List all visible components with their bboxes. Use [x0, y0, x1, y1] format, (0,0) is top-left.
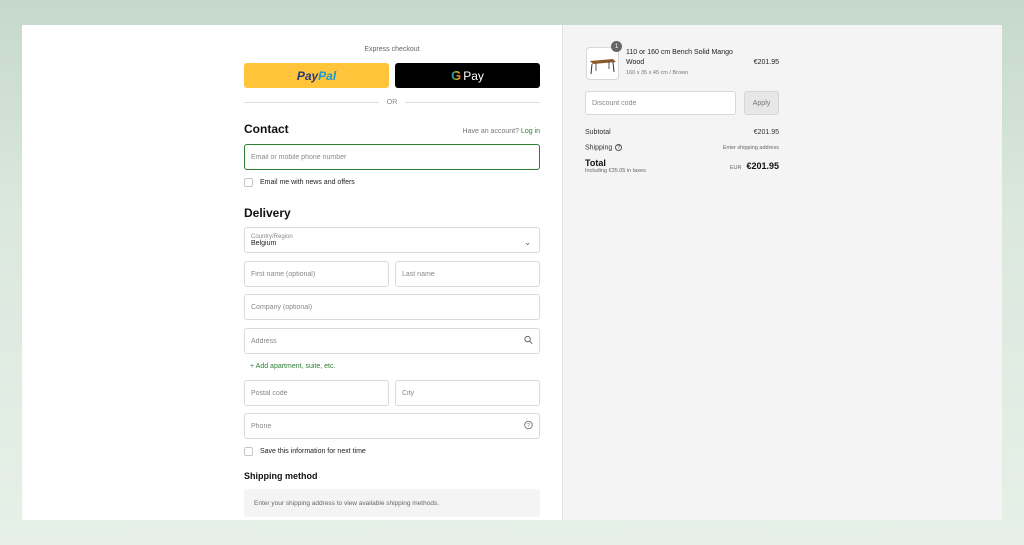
shipping-value: Enter shipping address: [722, 144, 779, 151]
phone-field[interactable]: ?: [244, 413, 540, 439]
paypal-logo-part1: Pay: [296, 68, 319, 83]
checkout-form-panel: Express checkout Pay Pal G Pay OR Contact…: [22, 25, 562, 520]
total-row: Total Including €35.05 in taxes EUR €201.…: [585, 158, 779, 174]
search-icon: [524, 335, 533, 347]
city-field[interactable]: [395, 380, 540, 406]
question-icon[interactable]: ?: [615, 144, 623, 151]
subtotal-label: Subtotal: [585, 129, 611, 136]
contact-heading: Contact: [244, 122, 289, 136]
save-info-option[interactable]: Save this information for next time: [244, 447, 366, 456]
product-thumbnail: [586, 47, 619, 80]
shipping-label-group: Shipping?: [585, 144, 623, 152]
total-label: Total: [585, 158, 606, 168]
express-buttons: Pay Pal G Pay: [244, 63, 540, 88]
shipping-label: Shipping: [585, 144, 613, 152]
first-name-input[interactable]: [251, 270, 382, 278]
contact-header: Contact Have an account? Log in: [244, 122, 540, 136]
discount-code-field[interactable]: [585, 91, 736, 115]
account-prompt: Have an account? Log in: [463, 128, 540, 135]
country-select[interactable]: Country/Region Belgium ⌄: [244, 227, 540, 253]
taxes-note: Including €35.05 in taxes: [585, 168, 646, 174]
product-name: 110 or 160 cm Bench Solid Mango Wood: [626, 49, 733, 66]
shipping-method-message: Enter your shipping address to view avai…: [244, 489, 540, 517]
or-label: OR: [386, 98, 398, 106]
product-variant: 160 x 35 x 45 cm / Brown: [626, 70, 689, 76]
total-value: €201.95: [746, 161, 779, 171]
email-input[interactable]: [251, 153, 533, 161]
postal-code-field[interactable]: [244, 380, 389, 406]
bench-image-icon: [590, 59, 616, 75]
save-info-checkbox[interactable]: [244, 447, 253, 456]
help-icon[interactable]: ?: [524, 420, 533, 432]
newsletter-option[interactable]: Email me with news and offers: [244, 178, 355, 187]
divider-line: [405, 101, 540, 103]
shipping-row: Shipping? Enter shipping address: [585, 144, 779, 151]
company-field[interactable]: [244, 294, 540, 320]
divider-line: [244, 101, 379, 103]
subtotal-row: Subtotal €201.95: [585, 129, 779, 136]
last-name-field[interactable]: [395, 261, 540, 287]
product-price: €201.95: [753, 59, 779, 66]
save-info-label: Save this information for next time: [260, 448, 366, 455]
company-input[interactable]: [251, 303, 533, 311]
or-divider: OR: [244, 97, 540, 107]
quantity-badge: 1: [611, 41, 622, 52]
paypal-button[interactable]: Pay Pal: [244, 63, 389, 88]
express-checkout-title: Express checkout: [364, 46, 420, 53]
order-summary-panel: 1 110 or 160 cm Bench Solid Mango Wood 1…: [562, 25, 1002, 520]
delivery-heading: Delivery: [244, 206, 291, 220]
checkout-page: Express checkout Pay Pal G Pay OR Contact…: [22, 25, 1002, 520]
svg-text:?: ?: [527, 423, 530, 429]
city-input[interactable]: [402, 389, 533, 397]
newsletter-checkbox[interactable]: [244, 178, 253, 187]
currency-code: EUR: [729, 165, 742, 171]
subtotal-value: €201.95: [753, 129, 779, 136]
newsletter-label: Email me with news and offers: [260, 179, 355, 186]
postal-code-input[interactable]: [251, 389, 382, 397]
add-apartment-link[interactable]: + Add apartment, suite, etc.: [250, 363, 335, 370]
paypal-logo-part2: Pal: [318, 68, 337, 83]
total-amount: EUR €201.95: [730, 161, 779, 171]
google-pay-button[interactable]: G Pay: [395, 63, 540, 88]
google-g-icon: G: [451, 68, 462, 83]
last-name-input[interactable]: [402, 270, 533, 278]
total-label-group: Total Including €35.05 in taxes: [585, 158, 646, 174]
discount-code-input[interactable]: [592, 99, 729, 107]
login-link[interactable]: Log in: [521, 128, 540, 135]
google-pay-label: Pay: [463, 68, 484, 83]
first-name-field[interactable]: [244, 261, 389, 287]
shipping-method-heading: Shipping method: [244, 471, 318, 481]
account-prompt-text: Have an account?: [462, 128, 519, 135]
address-input[interactable]: [251, 337, 533, 345]
phone-input[interactable]: [251, 422, 533, 430]
email-field[interactable]: [244, 144, 540, 170]
apply-button[interactable]: Apply: [744, 91, 779, 115]
country-value: Belgium: [251, 239, 277, 247]
address-field[interactable]: [244, 328, 540, 354]
chevron-down-icon: ⌄: [524, 238, 531, 247]
